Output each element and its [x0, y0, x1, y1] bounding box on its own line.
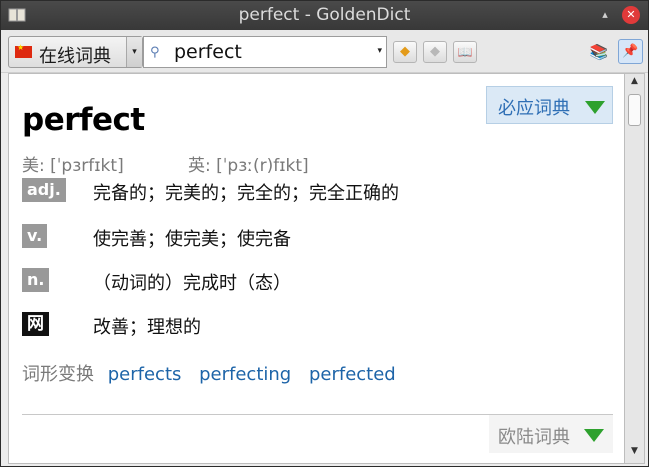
- word-form-link[interactable]: perfecting: [199, 364, 291, 385]
- dictionary-group-select[interactable]: 在线词典 ▾: [8, 36, 143, 68]
- vertical-scrollbar[interactable]: ▲ ▼: [625, 73, 645, 464]
- title-bar[interactable]: perfect - GoldenDict ▴ ✕: [1, 1, 648, 30]
- toolbar: 在线词典 ▾ ⚲ ▾ ◆ ◆ 📖 📚 📌: [1, 30, 648, 73]
- goldendict-window: perfect - GoldenDict ▴ ✕ 在线词典 ▾ ⚲ ▾ ◆ ◆ …: [0, 0, 649, 467]
- phonetic-us[interactable]: 美: [ˈpɜrfɪkt]: [22, 151, 124, 176]
- word-form-link[interactable]: perfects: [108, 364, 182, 385]
- china-flag-icon: [15, 43, 32, 58]
- definition-text: 使完善；使完美；使完备: [93, 229, 291, 250]
- dictionaries-icon[interactable]: 📚: [588, 41, 610, 63]
- pin-icon[interactable]: 📌: [618, 39, 643, 64]
- definition-text: （动词的）完成时（态）: [93, 273, 291, 294]
- phonetic-uk[interactable]: 英: [ˈpɜː(r)fɪkt]: [188, 151, 309, 176]
- article-view: perfect 必应词典 美: [ˈpɜrfɪkt] 英: [ˈpɜː(r)fɪ…: [8, 73, 625, 464]
- definition-text: 改善；理想的: [93, 317, 201, 338]
- word-forms-label: 词形变换: [22, 364, 94, 385]
- search-icon: ⚲: [150, 45, 160, 60]
- search-box[interactable]: ⚲ ▾: [143, 36, 387, 68]
- word-forms: 词形变换 perfects perfecting perfected: [22, 360, 408, 386]
- part-of-speech-badge: v.: [22, 224, 48, 248]
- dictionary-badge[interactable]: 必应词典: [486, 86, 613, 124]
- window-title: perfect - GoldenDict: [238, 5, 411, 25]
- chevron-down-icon[interactable]: ▾: [126, 37, 142, 67]
- headword: perfect: [22, 102, 145, 138]
- part-of-speech-badge: adj.: [22, 178, 66, 202]
- group-label: 在线词典: [39, 46, 111, 67]
- collapse-triangle-icon[interactable]: [584, 429, 604, 442]
- back-button[interactable]: ◆: [393, 41, 417, 63]
- dictionary-name: 欧陆词典: [498, 427, 570, 448]
- history-dropdown-icon[interactable]: ▾: [377, 46, 382, 56]
- word-form-link[interactable]: perfected: [309, 364, 396, 385]
- book-icon[interactable]: 📖: [453, 41, 477, 63]
- scrollbar-thumb[interactable]: [628, 94, 641, 126]
- definition-text: 完备的；完美的；完全的；完全正确的: [93, 183, 399, 204]
- scroll-up-icon[interactable]: ▲: [625, 76, 644, 90]
- scroll-down-icon[interactable]: ▼: [625, 446, 644, 460]
- part-of-speech-badge: n.: [22, 268, 50, 292]
- next-dictionary-header[interactable]: 欧陆词典: [489, 415, 613, 453]
- close-button[interactable]: ✕: [622, 6, 640, 24]
- shade-up-button[interactable]: ▴: [598, 8, 612, 22]
- dictionary-name: 必应词典: [498, 98, 570, 119]
- forward-button[interactable]: ◆: [423, 41, 447, 63]
- part-of-speech-badge: 网络: [22, 312, 49, 358]
- search-input[interactable]: [174, 40, 354, 64]
- collapse-triangle-icon[interactable]: [585, 101, 605, 114]
